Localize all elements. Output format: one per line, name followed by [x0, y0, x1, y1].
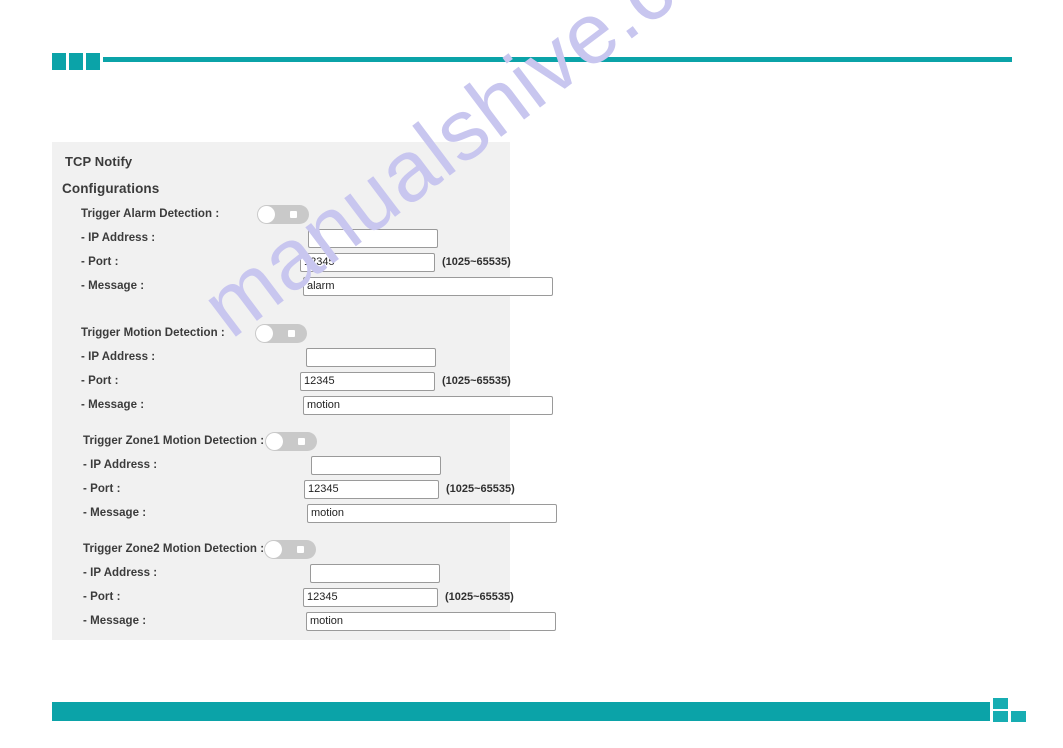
row-zone1-port: - Port : 12345 (1025~65535) — [52, 480, 515, 504]
label-message: - Message : — [81, 280, 145, 292]
toggle-trigger-alarm-detection[interactable] — [257, 205, 309, 224]
header-square-2 — [69, 53, 83, 70]
row-trigger-motion-detection: Trigger Motion Detection : — [52, 324, 510, 348]
label-ip-address: - IP Address : — [81, 351, 156, 363]
footer-square-2 — [993, 711, 1008, 722]
input-alarm-port[interactable]: 12345 — [300, 253, 435, 272]
input-zone1-message[interactable]: motion — [307, 504, 557, 523]
toggle-trigger-zone2-motion-detection[interactable] — [264, 540, 316, 559]
header-decoration — [52, 53, 1012, 71]
row-trigger-alarm-detection: Trigger Alarm Detection : — [52, 205, 510, 229]
header-square-1 — [52, 53, 66, 70]
footer-square-3 — [1011, 711, 1026, 722]
page-title: TCP Notify — [65, 154, 133, 169]
header-square-3 — [86, 53, 100, 70]
input-zone2-port[interactable]: 12345 — [303, 588, 438, 607]
row-alarm-ip-address: - IP Address : — [52, 229, 510, 253]
label-message: - Message : — [83, 615, 147, 627]
label-port: - Port : — [83, 591, 121, 603]
footer-bar — [52, 702, 990, 721]
label-port: - Port : — [81, 375, 119, 387]
input-alarm-ip-address[interactable] — [308, 229, 438, 248]
input-motion-port[interactable]: 12345 — [300, 372, 435, 391]
label-trigger-alarm-detection: Trigger Alarm Detection : — [81, 208, 220, 220]
row-zone2-port: - Port : 12345 (1025~65535) — [52, 588, 514, 612]
row-alarm-message: - Message : alarm — [52, 277, 553, 301]
row-motion-message: - Message : motion — [52, 396, 553, 420]
toggle-marker-icon — [288, 330, 295, 337]
label-port: - Port : — [81, 256, 119, 268]
page-root: manualshive.com TCP Notify Configuration… — [0, 0, 1063, 748]
row-zone1-message: - Message : motion — [52, 504, 557, 528]
input-motion-ip-address[interactable] — [306, 348, 436, 367]
input-zone1-ip-address[interactable] — [311, 456, 441, 475]
row-trigger-zone1-motion-detection: Trigger Zone1 Motion Detection : — [52, 432, 510, 456]
toggle-knob-icon — [258, 206, 275, 223]
toggle-knob-icon — [266, 433, 283, 450]
hint-motion-port-range: (1025~65535) — [442, 375, 511, 387]
tcp-notify-panel: TCP Notify Configurations Trigger Alarm … — [52, 142, 557, 640]
footer-square-1 — [993, 698, 1008, 709]
row-motion-ip-address: - IP Address : — [52, 348, 510, 372]
input-zone1-port[interactable]: 12345 — [304, 480, 439, 499]
label-port: - Port : — [83, 483, 121, 495]
label-ip-address: - IP Address : — [81, 232, 156, 244]
toggle-knob-icon — [256, 325, 273, 342]
label-message: - Message : — [83, 507, 147, 519]
label-trigger-zone2-motion-detection: Trigger Zone2 Motion Detection : — [83, 543, 265, 555]
row-trigger-zone2-motion-detection: Trigger Zone2 Motion Detection : — [52, 540, 510, 564]
input-zone2-message[interactable]: motion — [306, 612, 556, 631]
row-motion-port: - Port : 12345 (1025~65535) — [52, 372, 511, 396]
hint-alarm-port-range: (1025~65535) — [442, 256, 511, 268]
hint-zone1-port-range: (1025~65535) — [446, 483, 515, 495]
toggle-trigger-zone1-motion-detection[interactable] — [265, 432, 317, 451]
row-zone1-ip-address: - IP Address : — [52, 456, 510, 480]
header-rule — [103, 57, 1012, 62]
input-zone2-ip-address[interactable] — [310, 564, 440, 583]
row-zone2-ip-address: - IP Address : — [52, 564, 510, 588]
hint-zone2-port-range: (1025~65535) — [445, 591, 514, 603]
toggle-trigger-motion-detection[interactable] — [255, 324, 307, 343]
row-alarm-port: - Port : 12345 (1025~65535) — [52, 253, 511, 277]
label-trigger-motion-detection: Trigger Motion Detection : — [81, 327, 225, 339]
input-alarm-message[interactable]: alarm — [303, 277, 553, 296]
toggle-marker-icon — [298, 438, 305, 445]
toggle-knob-icon — [265, 541, 282, 558]
section-heading-configurations: Configurations — [62, 181, 160, 196]
label-ip-address: - IP Address : — [83, 567, 158, 579]
label-trigger-zone1-motion-detection: Trigger Zone1 Motion Detection : — [83, 435, 265, 447]
footer-decoration — [52, 698, 1026, 724]
toggle-marker-icon — [297, 546, 304, 553]
label-ip-address: - IP Address : — [83, 459, 158, 471]
input-motion-message[interactable]: motion — [303, 396, 553, 415]
toggle-marker-icon — [290, 211, 297, 218]
row-zone2-message: - Message : motion — [52, 612, 556, 636]
label-message: - Message : — [81, 399, 145, 411]
